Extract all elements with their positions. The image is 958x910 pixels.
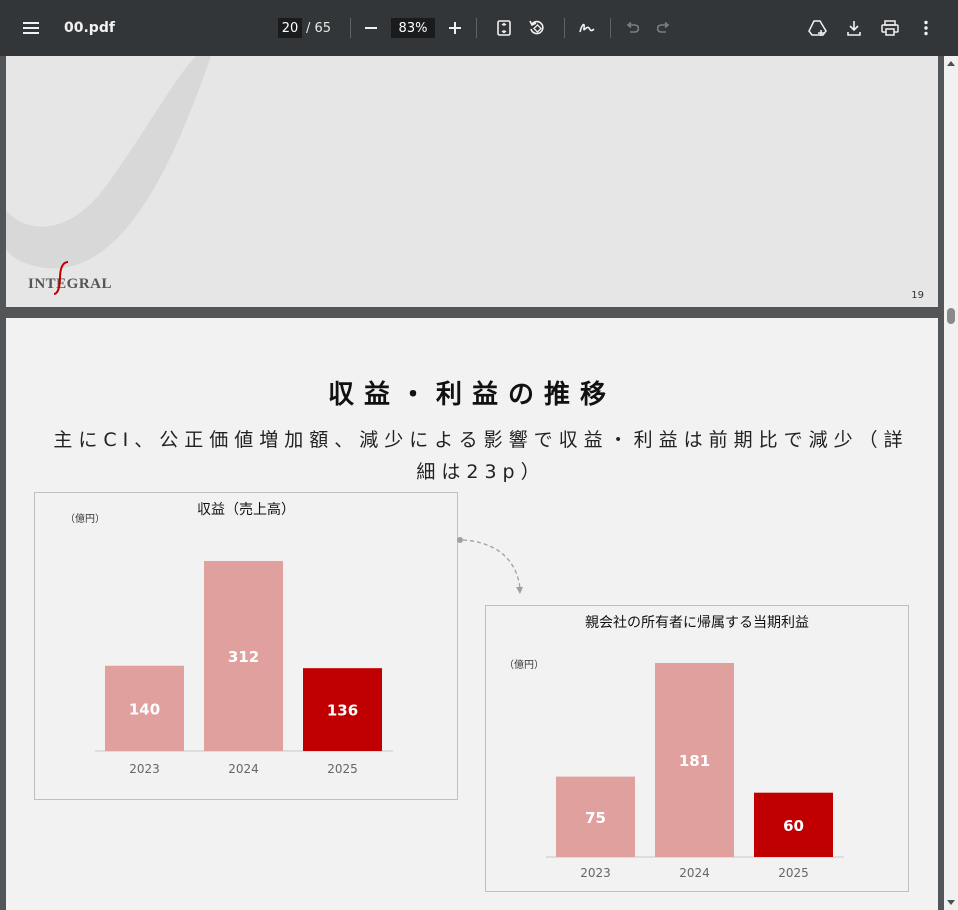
- document-title: 00.pdf: [64, 20, 115, 36]
- redo-icon[interactable]: [654, 0, 674, 56]
- more-options-icon[interactable]: [918, 0, 934, 56]
- bar-value-label: 60: [783, 817, 804, 835]
- scrollbar-thumb[interactable]: [947, 308, 955, 324]
- revenue-bar-chart: 140 2023 312 2024 136 2025: [95, 561, 393, 776]
- slide-subtitle: 主にCI、公正価値増加額、減少による影響で収益・利益は前期比で減少（詳細は23p…: [53, 429, 909, 483]
- pdf-viewer[interactable]: INTEGRAL 19 収益・利益の推移 主にCI、公正価値増加額、減少による影…: [0, 56, 944, 910]
- slide-title: 収益・利益の推移: [327, 380, 616, 410]
- separator: [476, 18, 477, 38]
- menu-icon[interactable]: [20, 0, 44, 56]
- x-tick-label: 2024: [228, 762, 259, 776]
- pdf-page-19: INTEGRAL 19: [6, 56, 938, 307]
- pdf-page-20: 収益・利益の推移 主にCI、公正価値増加額、減少による影響で収益・利益は前期比で…: [6, 318, 938, 910]
- undo-icon[interactable]: [622, 0, 642, 56]
- scroll-down-icon[interactable]: [944, 896, 958, 908]
- separator: [350, 18, 351, 38]
- bar-value-label: 181: [679, 752, 710, 770]
- connector-arrow: [457, 537, 523, 594]
- drive-add-icon[interactable]: [806, 0, 830, 56]
- decorative-swash-graphic: [6, 56, 211, 269]
- rotate-icon[interactable]: [526, 0, 548, 56]
- page-number-input[interactable]: 20: [278, 18, 302, 38]
- print-icon[interactable]: [879, 0, 901, 56]
- page-total: / 65: [306, 20, 332, 36]
- x-tick-label: 2025: [778, 866, 809, 880]
- bar-value-label: 140: [129, 700, 160, 718]
- x-tick-label: 2025: [327, 762, 358, 776]
- logo-swash-icon: [53, 261, 69, 295]
- net-income-bar-chart: 75 2023 181 2024 60 2025: [546, 663, 844, 880]
- net-income-chart: 親会社の所有者に帰属する当期利益 （億円） 75 2023 181 2024 60 202…: [485, 605, 909, 892]
- page-number-label: 19: [911, 290, 924, 301]
- scroll-up-icon[interactable]: [944, 58, 958, 70]
- bar-value-label: 312: [228, 648, 259, 666]
- fit-page-icon[interactable]: [494, 0, 514, 56]
- zoom-in-icon[interactable]: [446, 0, 464, 56]
- x-tick-label: 2023: [580, 866, 611, 880]
- zoom-out-icon[interactable]: [362, 0, 380, 56]
- annotate-pen-icon[interactable]: [576, 0, 598, 56]
- x-tick-label: 2023: [129, 762, 160, 776]
- bar-value-label: 75: [585, 809, 606, 827]
- bar-value-label: 136: [327, 702, 358, 720]
- vertical-scrollbar[interactable]: [944, 56, 958, 910]
- zoom-input[interactable]: 83%: [391, 18, 435, 38]
- x-tick-label: 2024: [679, 866, 710, 880]
- separator: [564, 18, 565, 38]
- separator: [610, 18, 611, 38]
- revenue-chart: 収益（売上高） （億円） 140 2023 312 2024 136 2025: [34, 492, 458, 800]
- download-icon[interactable]: [844, 0, 864, 56]
- integral-logo: INTEGRAL: [28, 261, 112, 295]
- pdf-toolbar: 00.pdf 20 / 65 83%: [0, 0, 958, 56]
